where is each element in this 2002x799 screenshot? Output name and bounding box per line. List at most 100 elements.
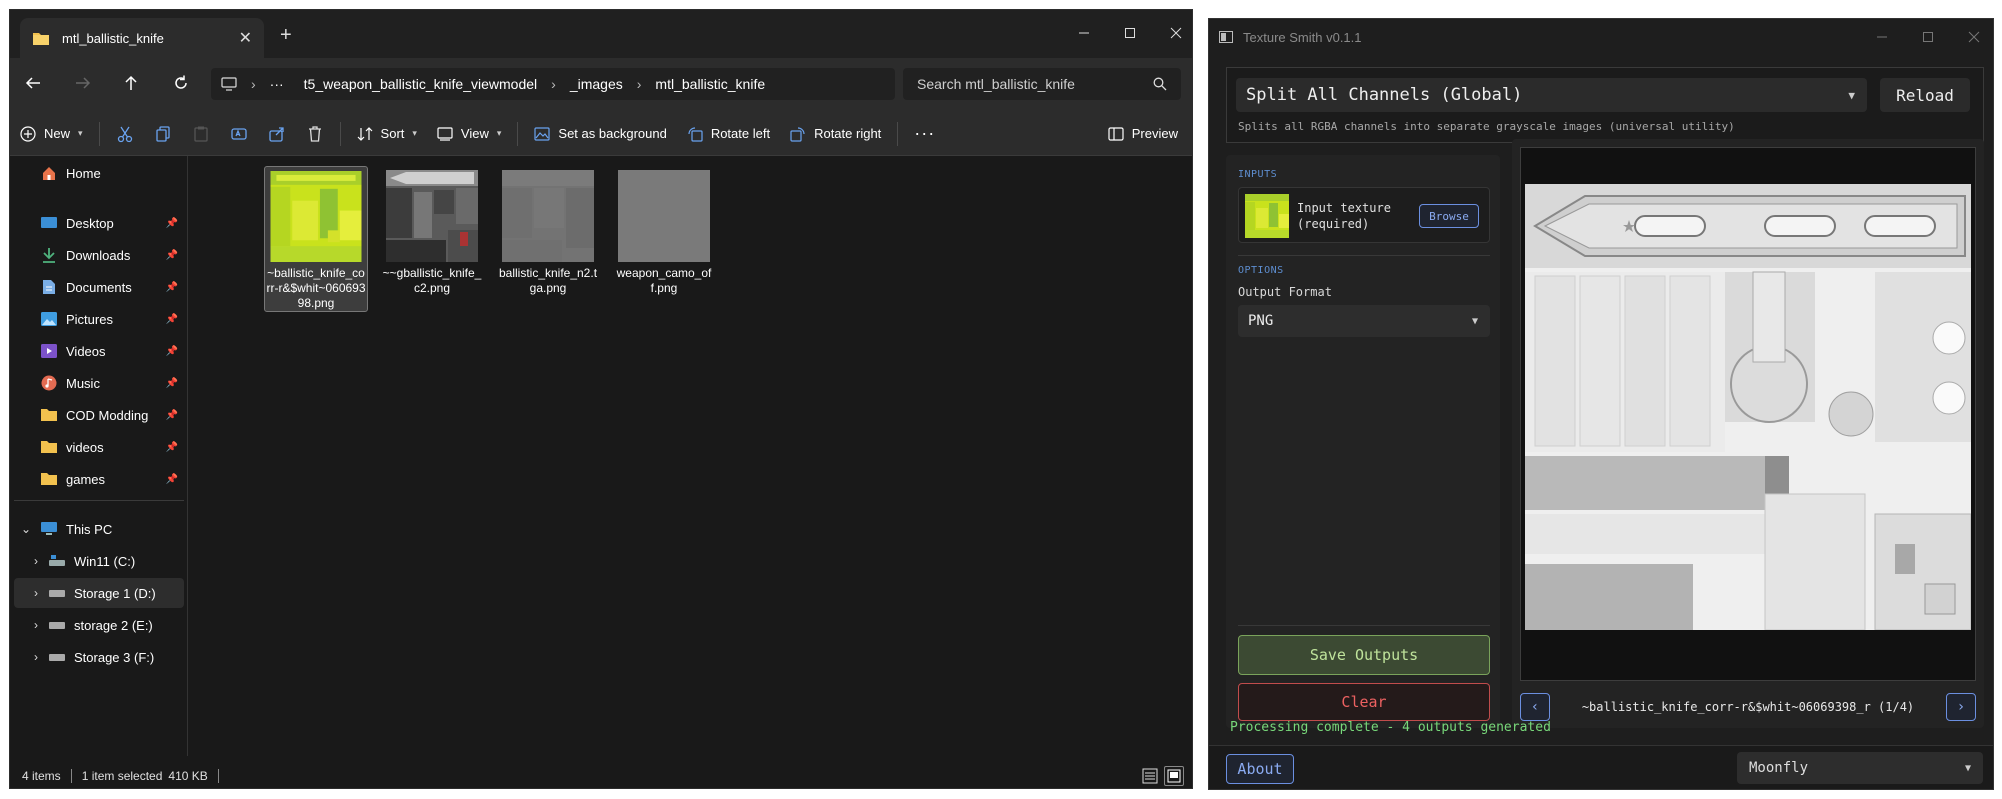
file-item[interactable]: ~ballistic_knife_corr-r&$whit~06069398.p… — [264, 166, 368, 312]
chevron-right-icon[interactable]: › — [633, 76, 646, 92]
nav-item-label: Win11 (C:) — [74, 553, 136, 569]
delete-icon[interactable] — [296, 116, 334, 152]
chevron-right-icon[interactable]: › — [28, 586, 44, 600]
pin-icon: 📌 — [165, 441, 178, 453]
file-item[interactable]: ~~gballistic_knife_c2.png — [380, 166, 484, 312]
windows-drive-icon — [48, 552, 66, 570]
nav-item-games[interactable]: games 📌 — [14, 464, 184, 494]
file-item[interactable]: ballistic_knife_n2.tga.png — [496, 166, 600, 312]
view-button[interactable]: View ▾ — [427, 116, 511, 152]
pin-icon: 📌 — [165, 281, 178, 293]
breadcrumb-item[interactable]: _images — [560, 76, 633, 92]
nav-item-this-pc[interactable]: ⌄ This PC — [14, 514, 184, 544]
plus-circle-icon — [20, 125, 36, 142]
more-options-icon[interactable]: ··· — [904, 116, 945, 152]
up-arrow-icon[interactable] — [122, 74, 140, 92]
nav-item-drive-c[interactable]: › Win11 (C:) — [14, 546, 184, 576]
next-button[interactable]: › — [1946, 693, 1976, 721]
save-outputs-button[interactable]: Save Outputs — [1238, 635, 1490, 675]
nav-item-documents[interactable]: Documents 📌 — [14, 272, 184, 302]
sort-button[interactable]: Sort ▾ — [347, 116, 427, 152]
new-tab-icon[interactable]: + — [280, 24, 292, 47]
explorer-tab-bar: mtl_ballistic_knife ✕ + — [10, 10, 1192, 58]
nav-item-home[interactable]: Home — [14, 158, 184, 188]
minimize-icon[interactable] — [1061, 16, 1107, 50]
title-bar: Texture Smith v0.1.1 — [1209, 19, 1993, 55]
reload-button[interactable]: Reload — [1880, 78, 1970, 112]
nav-item-desktop[interactable]: Desktop 📌 — [14, 208, 184, 238]
file-item[interactable]: weapon_camo_off.png — [612, 166, 716, 312]
nav-item-drive-e[interactable]: › storage 2 (E:) — [14, 610, 184, 640]
rename-icon[interactable] — [220, 116, 258, 152]
forward-arrow-icon[interactable] — [74, 74, 92, 92]
file-name: ~ballistic_knife_corr-r&$whit~06069398.p… — [266, 266, 366, 310]
nav-item-label: storage 2 (E:) — [74, 617, 153, 633]
nav-item-videos-folder[interactable]: videos 📌 — [14, 432, 184, 462]
new-button[interactable]: New ▾ — [10, 116, 93, 152]
new-label: New — [44, 126, 71, 141]
maximize-icon[interactable] — [1107, 16, 1153, 50]
nav-item-music[interactable]: Music 📌 — [14, 368, 184, 398]
set-background-label: Set as background — [558, 126, 667, 141]
chevron-down-icon: ▼ — [1964, 762, 1971, 774]
computer-icon — [40, 520, 58, 538]
mode-value: Split All Channels (Global) — [1246, 85, 1523, 105]
folder-icon — [40, 438, 58, 456]
nav-item-videos[interactable]: Videos 📌 — [14, 336, 184, 366]
address-bar[interactable]: › ··· t5_weapon_ballistic_knife_viewmode… — [211, 68, 895, 100]
nav-item-drive-d[interactable]: › Storage 1 (D:) — [14, 578, 184, 608]
copy-icon[interactable] — [144, 116, 182, 152]
divider — [1238, 255, 1490, 256]
cut-icon[interactable] — [106, 116, 144, 152]
nav-item-pictures[interactable]: Pictures 📌 — [14, 304, 184, 334]
nav-item-downloads[interactable]: Downloads 📌 — [14, 240, 184, 270]
output-format-label: Output Format — [1238, 285, 1332, 299]
explorer-tab[interactable]: mtl_ballistic_knife ✕ — [20, 18, 264, 58]
set-background-button[interactable]: Set as background — [524, 116, 676, 152]
close-icon[interactable]: ✕ — [239, 28, 252, 48]
maximize-icon[interactable] — [1905, 19, 1951, 55]
computer-icon[interactable] — [211, 77, 247, 91]
breadcrumb-ellipsis[interactable]: ··· — [260, 76, 294, 92]
search-input[interactable]: Search mtl_ballistic_knife — [903, 68, 1181, 100]
minimize-icon[interactable] — [1859, 19, 1905, 55]
output-format-select[interactable]: PNG ▼ — [1238, 305, 1490, 337]
preview-button[interactable]: Preview — [1098, 116, 1188, 152]
nav-item-label: COD Modding — [66, 407, 149, 423]
chevron-right-icon[interactable]: › — [547, 76, 560, 92]
options-header: OPTIONS — [1238, 265, 1284, 276]
back-arrow-icon[interactable] — [24, 74, 42, 92]
details-view-icon[interactable] — [1142, 768, 1158, 784]
about-button[interactable]: About — [1226, 754, 1294, 784]
folder-icon — [40, 406, 58, 424]
nav-item-label: videos — [66, 439, 104, 455]
file-name: ballistic_knife_n2.tga.png — [498, 266, 598, 295]
tiles-view-icon[interactable] — [1164, 766, 1184, 786]
chevron-right-icon[interactable]: › — [28, 618, 44, 632]
browse-button[interactable]: Browse — [1419, 204, 1479, 228]
nav-item-drive-f[interactable]: › Storage 3 (F:) — [14, 642, 184, 672]
share-icon[interactable] — [258, 116, 296, 152]
chevron-down-icon[interactable]: ⌄ — [18, 522, 34, 536]
rotate-left-button[interactable]: Rotate left — [677, 116, 780, 152]
divider — [897, 121, 899, 146]
clear-button[interactable]: Clear — [1238, 683, 1490, 721]
rotate-right-button[interactable]: Rotate right — [780, 116, 891, 152]
chevron-right-icon[interactable]: › — [28, 554, 44, 568]
divider — [1238, 625, 1490, 626]
breadcrumb-item[interactable]: mtl_ballistic_knife — [645, 76, 775, 92]
mode-select[interactable]: Split All Channels (Global) ▼ — [1236, 78, 1867, 112]
chevron-right-icon[interactable]: › — [28, 650, 44, 664]
breadcrumb-item[interactable]: t5_weapon_ballistic_knife_viewmodel — [294, 76, 547, 92]
chevron-right-icon[interactable]: › — [247, 76, 260, 92]
paste-icon[interactable] — [182, 116, 220, 152]
window-close-icon[interactable] — [1951, 19, 1993, 55]
nav-item-cod-modding[interactable]: COD Modding 📌 — [14, 400, 184, 430]
prev-button[interactable]: ‹ — [1520, 693, 1550, 721]
window-close-icon[interactable] — [1153, 16, 1192, 50]
theme-select[interactable]: Moonfly ▼ — [1737, 752, 1983, 784]
tab-title: mtl_ballistic_knife — [62, 30, 164, 46]
texture-thumbnail — [270, 171, 362, 262]
pin-icon: 📌 — [165, 313, 178, 325]
refresh-icon[interactable] — [172, 74, 190, 92]
